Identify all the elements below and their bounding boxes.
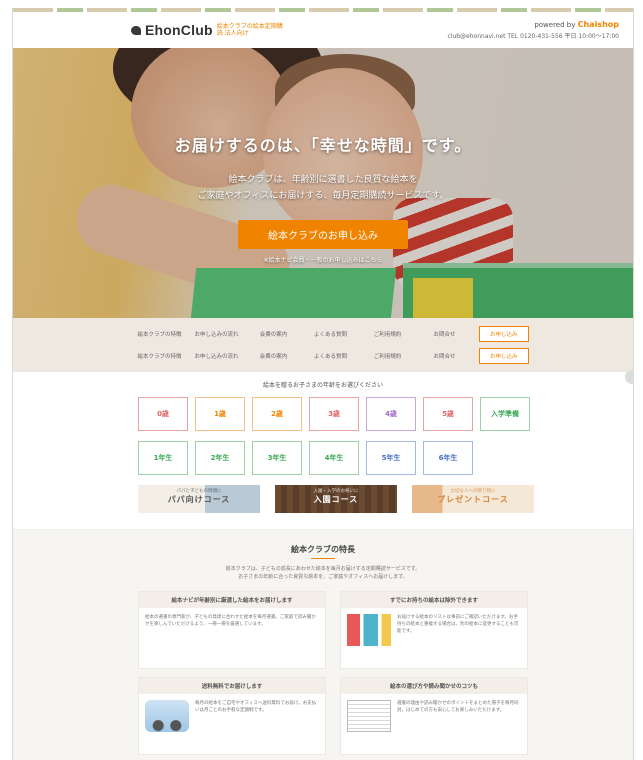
features-intro-line: 絵本クラブは、子どもの成長にあわせた絵本を毎月お届けする定期購読サービスです。 <box>225 566 421 572</box>
features-section: 絵本クラブの特長 絵本クラブは、子どもの成長にあわせた絵本を毎月お届けする定期購… <box>13 529 633 760</box>
truck-icon <box>145 700 189 732</box>
course-banner-entrance[interactable]: 入園・入学のお祝いに 入園コース <box>275 485 397 513</box>
site-header: EhonClub 絵本クラブの絵本定期購読 法人向け powered by Ch… <box>13 12 633 48</box>
feature-card: 絵本の選び方や読み聞かせのコツも 選書の理由や読み聞かせのポイントをまとめた冊子… <box>340 677 528 755</box>
logo[interactable]: EhonClub 絵本クラブの絵本定期購読 法人向け <box>131 22 285 38</box>
feature-card: 絵本ナビが年齢別に厳選した絵本をお届けします 絵本の選書の専門家が、子どもの発達… <box>138 591 326 669</box>
nav-item[interactable]: 絵本クラブの特徴 <box>131 352 188 360</box>
nav-item[interactable]: お問合せ <box>416 330 473 338</box>
course-banners: パパと子どもの時間に パパ向けコース 入園・入学のお祝いに 入園コース 大切な人… <box>13 485 633 513</box>
nav-item[interactable]: よくある質問 <box>302 330 359 338</box>
hero-title: お届けするのは、「幸せな時間」です。 <box>174 136 472 155</box>
age-button-4[interactable]: 4歳 <box>366 397 416 431</box>
grade-button-5[interactable]: 5年生 <box>366 441 416 475</box>
logo-icon <box>131 25 141 35</box>
course-label: パパ向けコース <box>167 494 231 504</box>
nav-item[interactable]: よくある質問 <box>302 352 359 360</box>
hero-subtitle: 絵本クラブは、年齢別に選書した良質な絵本を ご家庭やオフィスにお届けする、毎月定… <box>13 172 633 204</box>
course-label: プレゼントコース <box>437 494 509 504</box>
age-button-0[interactable]: 0歳 <box>138 397 188 431</box>
contact-info: club@ehonnavi.net TEL 0120-431-556 平日 10… <box>447 32 619 40</box>
books-icon <box>347 614 391 646</box>
course-label: 入園コース <box>313 494 359 504</box>
nav-item[interactable]: ご利用規約 <box>359 352 416 360</box>
grade-row: 1年生 2年生 3年生 4年生 5年生 6年生 <box>13 441 633 475</box>
age-button-1[interactable]: 1歳 <box>195 397 245 431</box>
nav-row: 絵本クラブの特徴 お申し込みの流れ 会費の案内 よくある質問 ご利用規約 お問合… <box>131 323 633 345</box>
age-caption: 絵本を贈るお子さまの年齢をお選びください <box>262 382 383 389</box>
powered-by: powered by Chaishop <box>447 19 619 31</box>
main-nav: 絵本クラブの特徴 お申し込みの流れ 会費の案内 よくある質問 ご利用規約 お問合… <box>13 318 633 384</box>
hero-subtitle-line: ご家庭やオフィスにお届けする、毎月定期購読サービスです。 <box>197 191 449 201</box>
logo-text: EhonClub <box>145 22 213 38</box>
age-button-3[interactable]: 3歳 <box>309 397 359 431</box>
feature-card-text: お届けする絵本のリストは事前にご確認いただけます。お手持ちの絵本と重複する場合は… <box>397 615 519 634</box>
nav-signup-button[interactable]: お申し込み <box>479 326 529 342</box>
nav-signup-button[interactable]: お申し込み <box>479 348 529 364</box>
hero: お届けするのは、「幸せな時間」です。 絵本クラブは、年齢別に選書した良質な絵本を… <box>13 48 633 318</box>
features-intro-line: お子さまの年齢に合った良質な絵本を、ご家庭やオフィスへお届けします。 <box>238 574 408 580</box>
hero-content: お届けするのは、「幸せな時間」です。 絵本クラブは、年齢別に選書した良質な絵本を… <box>13 132 633 264</box>
hero-note-link[interactable]: ※絵本ナビ会員・一般のお申し込みはこちら <box>13 255 633 264</box>
feature-card-body: 絵本の選書の専門家が、子どもの発達に合わせた絵本を毎月選書。ご家庭で読み聞かせを… <box>139 608 325 634</box>
feature-card-text: 絵本の選書の専門家が、子どもの発達に合わせた絵本を毎月選書。ご家庭で読み聞かせを… <box>145 615 316 627</box>
nav-item[interactable]: 会費の案内 <box>245 330 302 338</box>
feature-card: すでにお持ちの絵本は除外できます お届けする絵本のリストは事前にご確認いただけま… <box>340 591 528 669</box>
grade-button-4[interactable]: 4年生 <box>309 441 359 475</box>
feature-card-body: 選書の理由や読み聞かせのポイントをまとめた冊子を毎月同封。はじめての方も安心して… <box>341 694 527 738</box>
nav-item[interactable]: 会費の案内 <box>245 352 302 360</box>
feature-card-body: お届けする絵本のリストは事前にご確認いただけます。お手持ちの絵本と重複する場合は… <box>341 608 527 652</box>
nav-item[interactable]: ご利用規約 <box>359 330 416 338</box>
feature-cards: 絵本ナビが年齢別に厳選した絵本をお届けします 絵本の選書の専門家が、子どもの発達… <box>13 591 633 755</box>
features-intro: 絵本クラブは、子どもの成長にあわせた絵本を毎月お届けする定期購読サービスです。 … <box>13 565 633 581</box>
features-title: 絵本クラブの特長 <box>13 544 633 559</box>
age-selector: 絵本を贈るお子さまの年齢をお選びください 0歳 1歳 2歳 3歳 4歳 5歳 入… <box>13 372 633 513</box>
feature-card-title: 送料無料でお届けします <box>139 678 325 694</box>
feature-card-title: 絵本の選び方や読み聞かせのコツも <box>341 678 527 694</box>
age-button-preschool[interactable]: 入学準備 <box>480 397 530 431</box>
logo-subtitle: 絵本クラブの絵本定期購読 法人向け <box>216 23 283 37</box>
signup-button[interactable]: 絵本クラブのお申し込み <box>238 220 408 249</box>
grade-button-2[interactable]: 2年生 <box>195 441 245 475</box>
page-frame: EhonClub 絵本クラブの絵本定期購読 法人向け powered by Ch… <box>12 8 634 760</box>
feature-card-text: 選書の理由や読み聞かせのポイントをまとめた冊子を毎月同封。はじめての方も安心して… <box>397 701 519 713</box>
grade-button-3[interactable]: 3年生 <box>252 441 302 475</box>
hero-subtitle-line: 絵本クラブは、年齢別に選書した良質な絵本を <box>228 175 418 185</box>
feature-card-body: 毎月の絵本をご自宅やオフィスへ送料無料でお届け。お支払いは月ごとのお手軽な定額制… <box>139 694 325 738</box>
paper-icon <box>347 700 391 732</box>
nav-item[interactable]: お申し込みの流れ <box>188 352 245 360</box>
feature-card-title: 絵本ナビが年齢別に厳選した絵本をお届けします <box>139 592 325 608</box>
feature-card: 送料無料でお届けします 毎月の絵本をご自宅やオフィスへ送料無料でお届け。お支払い… <box>138 677 326 755</box>
nav-item[interactable]: お申し込みの流れ <box>188 330 245 338</box>
powered-by-label: powered by <box>534 20 576 29</box>
age-button-5[interactable]: 5歳 <box>423 397 473 431</box>
age-row: 0歳 1歳 2歳 3歳 4歳 5歳 入学準備 <box>13 397 633 431</box>
course-banner-present[interactable]: 大切な人への贈り物に プレゼントコース <box>412 485 534 513</box>
grade-button-1[interactable]: 1年生 <box>138 441 188 475</box>
nav-item[interactable]: お問合せ <box>416 352 473 360</box>
feature-card-text: 毎月の絵本をご自宅やオフィスへ送料無料でお届け。お支払いは月ごとのお手軽な定額制… <box>195 701 317 713</box>
header-right: powered by Chaishop club@ehonnavi.net TE… <box>447 19 619 42</box>
grade-button-6[interactable]: 6年生 <box>423 441 473 475</box>
scroll-handle[interactable] <box>625 370 633 384</box>
nav-item[interactable]: 絵本クラブの特徴 <box>131 330 188 338</box>
age-button-2[interactable]: 2歳 <box>252 397 302 431</box>
course-banner-papa[interactable]: パパと子どもの時間に パパ向けコース <box>138 485 260 513</box>
feature-card-title: すでにお持ちの絵本は除外できます <box>341 592 527 608</box>
nav-row: 絵本クラブの特徴 お申し込みの流れ 会費の案内 よくある質問 ご利用規約 お問合… <box>131 345 633 367</box>
powered-by-brand[interactable]: Chaishop <box>578 20 619 29</box>
